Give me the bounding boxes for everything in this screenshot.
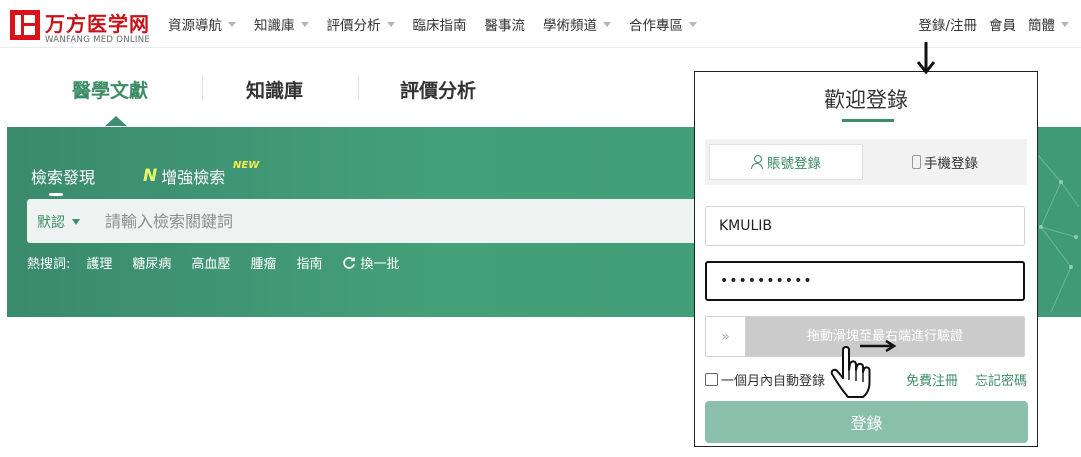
main-menu: 資源導航 知識庫 評價分析 臨床指南 醫事流 學術頻道 合作專區 — [168, 0, 715, 48]
nav-item-medical-news[interactable]: 醫事流 — [485, 14, 526, 34]
arrow-down-icon — [916, 42, 936, 75]
remember-me-label: 一個月內自動登錄 — [721, 374, 826, 389]
refresh-hot-words-button[interactable]: 換一批 — [342, 253, 399, 272]
tab-search-discover[interactable]: 檢索發現 — [31, 164, 95, 188]
logo-mark-icon — [10, 10, 40, 40]
tab-phone-login-label: 手機登錄 — [924, 156, 978, 172]
refresh-icon — [343, 256, 356, 269]
chevron-down-icon — [689, 21, 697, 27]
remember-me[interactable]: 一個月內自動登錄 — [705, 370, 825, 389]
nav-item-label: 資源導航 — [168, 18, 222, 34]
remember-me-checkbox[interactable] — [705, 373, 718, 386]
password-field[interactable] — [705, 261, 1025, 301]
username-field[interactable] — [705, 206, 1025, 246]
tab-medical-literature[interactable]: 醫學文獻 — [72, 76, 148, 103]
active-tab-underline — [49, 193, 63, 196]
nav-item-academic[interactable]: 學術頻道 — [543, 14, 611, 34]
nav-item-label: 學術頻道 — [543, 18, 597, 34]
nav-item-knowledge[interactable]: 知識庫 — [254, 14, 309, 34]
tab-divider — [358, 74, 359, 100]
tab-phone-login[interactable]: 手機登錄 — [865, 144, 1025, 180]
chevron-down-icon — [386, 21, 395, 27]
tab-enhanced-search[interactable]: N 增強檢索 — [143, 164, 225, 188]
nav-item-guidelines[interactable]: 臨床指南 — [413, 14, 467, 34]
logo-text: 万方医学网 — [45, 12, 150, 36]
hot-word-link[interactable]: 糖尿病 — [132, 253, 171, 272]
search-input[interactable] — [105, 206, 695, 236]
nav-item-resources[interactable]: 資源導航 — [168, 14, 236, 34]
caret-down-icon — [72, 219, 80, 225]
active-tab-pointer — [105, 116, 127, 126]
user-menu: 登錄/注冊 會員 簡體 — [918, 0, 1069, 48]
login-register-link[interactable]: 登錄/注冊 — [918, 14, 977, 34]
new-badge: NEW — [233, 160, 260, 171]
phone-icon — [912, 155, 921, 169]
login-button[interactable]: 登錄 — [705, 401, 1028, 443]
main-tabs: 醫學文獻 知識庫 評價分析 — [0, 60, 700, 126]
logo-subtext: WANFANG MED ONLINE — [45, 35, 151, 45]
hot-word-link[interactable]: 腫瘤 — [250, 253, 276, 272]
chevron-down-icon — [1061, 21, 1069, 27]
nav-item-label: 知識庫 — [254, 18, 295, 34]
hot-word-link[interactable]: 護理 — [86, 253, 112, 272]
forgot-password-link[interactable]: 忘記密碼 — [975, 370, 1027, 389]
tab-divider — [202, 74, 203, 100]
tab-evaluation[interactable]: 評價分析 — [400, 76, 476, 103]
hand-cursor-icon — [830, 346, 871, 398]
site-logo[interactable]: 万方医学网 WANFANG MED ONLINE — [8, 8, 153, 46]
login-tabs: 賬號登錄 手機登錄 — [705, 139, 1027, 185]
title-underline — [842, 119, 894, 122]
user-icon — [751, 155, 764, 169]
hot-word-link[interactable]: 高血壓 — [191, 253, 230, 272]
nav-item-label: 臨床指南 — [412, 18, 467, 34]
language-switch[interactable]: 簡體 — [1028, 14, 1055, 34]
hot-words-label: 熱搜詞: — [27, 257, 71, 272]
double-chevron-right-icon: » — [721, 328, 730, 345]
tab-knowledge[interactable]: 知識庫 — [246, 76, 303, 103]
chevron-down-icon — [603, 21, 611, 27]
tab-enhanced-search-label: 增強檢索 — [161, 168, 226, 187]
tab-account-login-label: 賬號登錄 — [767, 156, 821, 172]
refresh-label: 換一批 — [360, 257, 400, 272]
nav-item-label: 合作專區 — [629, 18, 683, 34]
chevron-down-icon — [300, 21, 309, 27]
tab-account-login[interactable]: 賬號登錄 — [709, 144, 863, 180]
chevron-down-icon — [228, 21, 236, 27]
nav-item-cooperation[interactable]: 合作專區 — [629, 14, 697, 34]
search-scope-label: 默認 — [37, 215, 65, 231]
nav-item-label: 醫事流 — [484, 18, 526, 34]
nav-item-label: 評價分析 — [326, 18, 381, 34]
register-link[interactable]: 免費注冊 — [906, 370, 958, 389]
login-title: 歡迎登錄 — [824, 88, 908, 112]
hot-word-link[interactable]: 指南 — [296, 253, 322, 272]
nav-item-evaluation[interactable]: 評價分析 — [327, 14, 395, 34]
slider-handle[interactable]: » — [706, 317, 746, 356]
member-link[interactable]: 會員 — [989, 14, 1016, 34]
hot-words: 熱搜詞: 護理 糖尿病 高血壓 腫瘤 指南 換一批 — [27, 253, 399, 272]
search-box: 默認 — [27, 199, 707, 243]
search-scope-select[interactable]: 默認 — [37, 212, 80, 232]
enhanced-search-icon: N — [143, 166, 158, 186]
